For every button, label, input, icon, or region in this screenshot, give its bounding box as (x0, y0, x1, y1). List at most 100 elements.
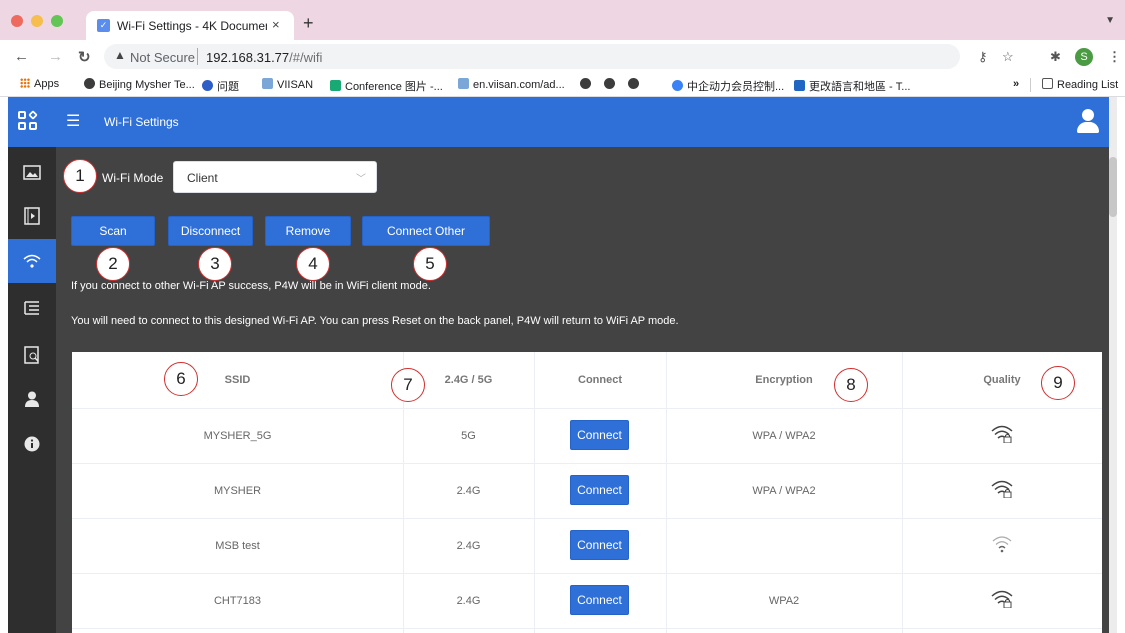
sidebar-item-info[interactable] (8, 422, 56, 466)
connect-button[interactable]: Connect (570, 475, 629, 505)
document-search-icon (24, 346, 39, 364)
scrollbar-thumb[interactable] (1109, 157, 1117, 217)
zoom-window-button[interactable] (51, 15, 63, 27)
sidebar-item-video[interactable] (8, 194, 56, 238)
bookmarks-bar: Apps Beijing Mysher Te... 问题 VIISAN Conf… (0, 73, 1125, 97)
apps-grid-icon (20, 78, 30, 88)
bookmark-globe-1[interactable] (580, 78, 595, 91)
header-connect: Connect (578, 374, 622, 386)
disconnect-button[interactable]: Disconnect (168, 216, 253, 246)
cell-band: 2.4G (456, 485, 481, 497)
bookmark-item[interactable]: Conference 图片 -... (330, 78, 443, 94)
bookmarks-overflow-button[interactable]: » (1013, 78, 1019, 90)
url-text: 192.168.31.77/#/wifi (206, 50, 322, 65)
bookmark-apps[interactable]: Apps (20, 78, 59, 90)
star-icon[interactable]: ☆ (1002, 49, 1014, 65)
tab-search-chevron-icon[interactable]: ▼ (1105, 15, 1115, 26)
bookmark-item[interactable]: Beijing Mysher Te... (84, 78, 195, 91)
info-icon (24, 436, 40, 452)
profile-avatar[interactable]: S (1075, 48, 1093, 66)
forward-arrow-icon[interactable]: → (48, 48, 63, 65)
reading-list-icon (1042, 78, 1053, 89)
annotation-marker-5: 5 (413, 247, 447, 281)
bookmark-item[interactable]: en.viisan.com/ad... (458, 78, 565, 91)
sidebar-item-document[interactable] (8, 333, 56, 377)
scan-button[interactable]: Scan (71, 216, 155, 246)
tab-title: Wi-Fi Settings - 4K Document (117, 19, 267, 33)
cell-encryption: WPA / WPA2 (752, 430, 816, 442)
key-icon[interactable]: ⚷ (978, 49, 988, 65)
navigation-bar: ← → ↻ ▲ Not Secure 192.168.31.77/#/wifi … (0, 40, 1125, 73)
bookmark-globe-3[interactable] (628, 78, 643, 91)
bookmark-item[interactable]: VIISAN (262, 78, 313, 91)
address-bar[interactable]: ▲ Not Secure 192.168.31.77/#/wifi (104, 44, 960, 69)
back-arrow-icon[interactable]: ← (14, 48, 29, 65)
tab-close-button[interactable]: × (272, 17, 280, 32)
app-header: ☰ Wi-Fi Settings (8, 97, 1117, 147)
sidebar-item-list[interactable] (8, 286, 56, 330)
bookmarks-divider (1030, 78, 1031, 92)
browser-chrome: ✓ Wi-Fi Settings - 4K Document × + ▼ ← →… (0, 0, 1125, 97)
bookmark-favicon-icon (330, 80, 341, 91)
reading-list-button[interactable]: Reading List (1042, 78, 1118, 91)
bookmark-favicon-icon (262, 78, 273, 89)
browser-tab[interactable]: ✓ Wi-Fi Settings - 4K Document × (86, 11, 294, 40)
cell-band: 5G (461, 430, 476, 442)
wifi-mode-label: Wi-Fi Mode (102, 171, 164, 185)
bookmark-item[interactable]: 问题 (202, 78, 239, 94)
bookmark-item[interactable]: 更改語言和地區 - T... (794, 78, 910, 94)
bookmark-label: en.viisan.com/ad... (473, 79, 565, 91)
warning-icon: ▲ (114, 48, 126, 62)
video-icon (24, 207, 40, 225)
menu-toggle-icon[interactable]: ☰ (66, 111, 80, 131)
close-window-button[interactable] (11, 15, 23, 27)
annotation-marker-9: 9 (1041, 366, 1075, 400)
app-grid-logo-icon[interactable] (18, 110, 38, 131)
bookmark-favicon-icon (672, 80, 683, 91)
kebab-menu-icon[interactable]: ⋮ (1108, 49, 1121, 65)
url-host: 192.168.31.77 (206, 50, 290, 65)
annotation-marker-6: 6 (164, 362, 198, 396)
extensions-icon[interactable]: ✱ (1050, 49, 1061, 65)
cell-ssid: MYSHER (213, 485, 262, 497)
app-window: ☰ Wi-Fi Settings Wi-Fi Mode Client ﹀ Sca… (8, 97, 1117, 633)
page-scrollbar[interactable] (1109, 97, 1117, 633)
bookmark-label: Conference 图片 -... (345, 81, 443, 93)
wifi-mode-select[interactable]: Client ﹀ (173, 161, 377, 193)
wifi-icon (23, 254, 41, 268)
wifi-locked-strong-icon (991, 480, 1013, 498)
bookmark-label: Apps (34, 78, 60, 90)
cell-ssid: MYSHER_5G (203, 430, 272, 442)
wifi-locked-strong-icon (991, 590, 1013, 608)
globe-icon (580, 78, 591, 89)
row-divider (72, 628, 1102, 629)
connect-other-button[interactable]: Connect Other (362, 216, 490, 246)
sidebar-item-image[interactable] (8, 150, 56, 194)
annotation-marker-8: 8 (834, 368, 868, 402)
sidebar-item-user[interactable] (8, 377, 56, 421)
cell-ssid: MSB test (215, 540, 260, 552)
bookmark-item[interactable]: 中企动力会员控制... (672, 78, 784, 94)
remove-button[interactable]: Remove (265, 216, 351, 246)
minimize-window-button[interactable] (31, 15, 43, 27)
wifi-open-medium-icon (992, 536, 1012, 553)
connect-button[interactable]: Connect (570, 420, 629, 450)
user-account-icon[interactable] (1075, 107, 1101, 135)
cell-encryption: WPA / WPA2 (752, 485, 816, 497)
chevron-down-icon: ﹀ (356, 174, 366, 185)
page-title: Wi-Fi Settings (104, 115, 179, 129)
globe-icon (84, 78, 95, 89)
connect-button[interactable]: Connect (570, 585, 629, 615)
image-icon (23, 164, 41, 180)
wifi-networks-table: SSID 2.4G / 5G Connect Encryption Qualit… (72, 352, 1102, 633)
new-tab-button[interactable]: + (303, 13, 314, 34)
connect-button[interactable]: Connect (570, 530, 629, 560)
bookmark-favicon-icon (794, 80, 805, 91)
annotation-marker-7: 7 (391, 368, 425, 402)
tab-favicon-icon: ✓ (97, 19, 110, 32)
main-content: Wi-Fi Mode Client ﹀ Scan Disconnect Remo… (56, 147, 1109, 633)
reload-icon[interactable]: ↻ (78, 48, 91, 66)
row-divider (72, 518, 1102, 519)
bookmark-globe-2[interactable] (604, 78, 619, 91)
sidebar-item-wifi[interactable] (8, 239, 56, 283)
